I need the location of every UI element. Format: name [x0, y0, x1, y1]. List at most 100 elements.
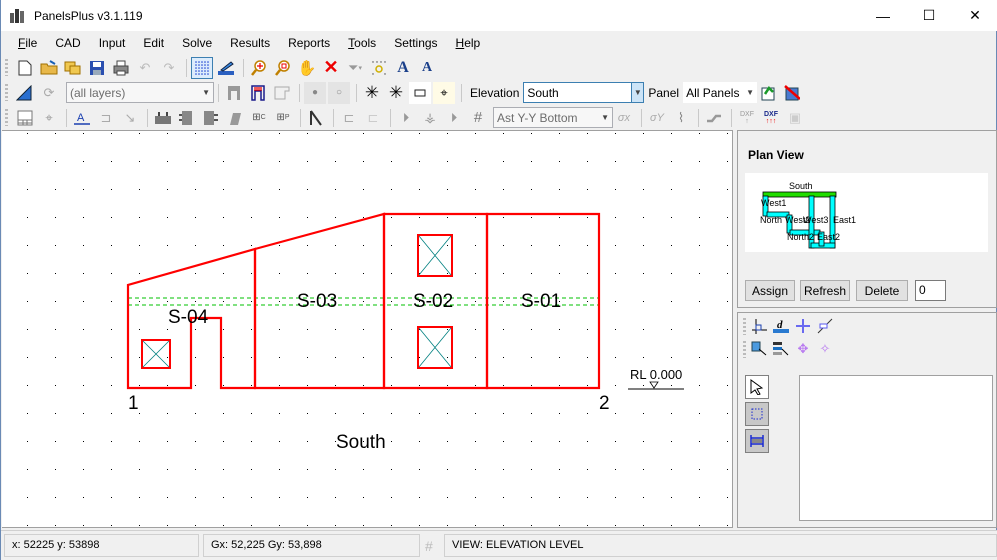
- ortho-snap-icon[interactable]: [748, 316, 770, 336]
- menu-reports[interactable]: Reports: [279, 31, 339, 55]
- zoom-window-icon[interactable]: [272, 57, 294, 79]
- zoom-extents-icon[interactable]: [248, 57, 270, 79]
- new-file-icon[interactable]: [14, 57, 36, 79]
- crosshair-icon[interactable]: ⌖: [433, 81, 455, 104]
- snap-point-icon[interactable]: [368, 57, 390, 79]
- menu-edit[interactable]: Edit: [134, 31, 173, 55]
- point-hollow-icon[interactable]: ○: [328, 81, 350, 104]
- star-snap-alt-icon[interactable]: ✳: [385, 82, 407, 104]
- delete-icon[interactable]: ✕: [320, 57, 342, 79]
- menu-help[interactable]: Help: [447, 31, 490, 55]
- assign-button[interactable]: Assign: [745, 280, 795, 301]
- save-disabled-icon[interactable]: ▣: [784, 107, 806, 129]
- lift-icon[interactable]: ⚶: [419, 107, 441, 129]
- menu-tools[interactable]: Tools: [339, 31, 385, 55]
- ramp-icon[interactable]: [703, 107, 725, 129]
- prop-icon[interactable]: [305, 107, 327, 129]
- play-alt-icon[interactable]: ⏵: [443, 107, 465, 129]
- panel-frame-red-icon[interactable]: [247, 82, 269, 104]
- sigma-y-icon[interactable]: σY: [646, 107, 668, 129]
- toolbar-grip[interactable]: [5, 84, 8, 101]
- dxf-import-icon[interactable]: DXF ↑: [736, 107, 758, 129]
- play-panel-icon[interactable]: ⏵: [395, 107, 417, 129]
- toolbar-grip[interactable]: [743, 340, 746, 358]
- brace-icon[interactable]: [224, 107, 246, 129]
- insert-p-icon[interactable]: ⊞ P: [272, 107, 294, 129]
- star-snap-icon[interactable]: ✳: [361, 82, 383, 104]
- pointer-mode-button[interactable]: [745, 375, 769, 399]
- span-select-mode-button[interactable]: [745, 429, 769, 453]
- sigma-x-icon[interactable]: σx: [613, 107, 635, 129]
- minimize-button[interactable]: —: [860, 0, 906, 31]
- point-filled-icon[interactable]: ●: [304, 81, 326, 104]
- menu-settings[interactable]: Settings: [385, 31, 446, 55]
- bracket-left-icon[interactable]: ⊏: [338, 107, 360, 129]
- count-input[interactable]: 0: [915, 280, 946, 301]
- bracket-right-icon[interactable]: ⊏: [362, 107, 384, 129]
- panel-select[interactable]: All Panels ▼: [683, 82, 758, 103]
- measure-distance-icon[interactable]: d: [770, 316, 792, 336]
- opening-s-02-bottom[interactable]: [417, 326, 453, 369]
- open-project-icon[interactable]: [62, 57, 84, 79]
- grid-cross-icon[interactable]: [792, 316, 814, 336]
- menu-results[interactable]: Results: [221, 31, 279, 55]
- column-icon[interactable]: ⌇: [670, 107, 692, 129]
- refresh-button[interactable]: Refresh: [800, 280, 850, 301]
- panel-export-icon[interactable]: [757, 82, 779, 104]
- toolbar-grip[interactable]: [5, 109, 8, 126]
- opening-s-02-top[interactable]: [417, 234, 453, 277]
- panel-side-alt-icon[interactable]: [200, 107, 222, 129]
- menu-cad[interactable]: CAD: [46, 31, 89, 55]
- toolbar-grip[interactable]: [5, 59, 8, 76]
- grid-toggle-icon[interactable]: [191, 56, 213, 79]
- dxf-export-icon[interactable]: DXF ↑↑↑: [760, 107, 782, 129]
- redo-icon[interactable]: ↷: [158, 57, 180, 79]
- dimension-angle-icon[interactable]: ↘: [119, 107, 141, 129]
- target-icon[interactable]: ⌖: [38, 107, 60, 129]
- rectangle-icon[interactable]: [409, 81, 431, 104]
- toolbar-grip[interactable]: [743, 317, 746, 335]
- select-layers-icon[interactable]: [770, 339, 792, 359]
- menu-file[interactable]: File: [9, 31, 46, 55]
- maximize-button[interactable]: ☐: [906, 0, 952, 31]
- selection-list[interactable]: [799, 375, 993, 521]
- connector-icon[interactable]: [152, 107, 174, 129]
- panel-side-icon[interactable]: [176, 107, 198, 129]
- shrink-arrows-icon[interactable]: ✧: [814, 339, 836, 359]
- pan-hand-icon[interactable]: ✋: [296, 57, 318, 79]
- delete-button[interactable]: Delete: [856, 280, 908, 301]
- insert-c-icon[interactable]: ⊞ C: [248, 107, 270, 129]
- mesh-icon[interactable]: #: [467, 107, 489, 129]
- filter-icon[interactable]: ⏷ ▾: [344, 57, 366, 79]
- elevation-canvas[interactable]: S-04 S-03 S-02 S-01 1 2 South RL 0.000: [2, 130, 733, 528]
- select-panel-icon[interactable]: [748, 339, 770, 359]
- pen-draw-icon[interactable]: [215, 57, 237, 79]
- layer-select[interactable]: (all layers) ▼: [66, 82, 214, 103]
- close-button[interactable]: ✕: [952, 0, 997, 31]
- panel-remove-icon[interactable]: [781, 82, 803, 104]
- open-folder-icon[interactable]: [38, 57, 60, 79]
- print-icon[interactable]: [110, 57, 132, 79]
- plan-view-canvas[interactable]: South West1 North West2 West3 East1 Nort…: [745, 173, 988, 252]
- box-select-mode-button[interactable]: [745, 402, 769, 426]
- table-panel-icon[interactable]: [14, 107, 36, 129]
- menu-solve[interactable]: Solve: [173, 31, 221, 55]
- grid-status-icon[interactable]: #: [425, 539, 433, 553]
- plan-wall-south[interactable]: [762, 191, 837, 198]
- save-icon[interactable]: [86, 57, 108, 79]
- text-dimension-icon[interactable]: A: [71, 107, 93, 129]
- move-arrows-icon[interactable]: ✥: [792, 339, 814, 359]
- panel-outline-icon[interactable]: [271, 82, 293, 104]
- layer-refresh-icon[interactable]: ⟳: [38, 82, 60, 104]
- text-size-down-icon[interactable]: A: [416, 57, 438, 79]
- menu-input[interactable]: Input: [90, 31, 135, 55]
- opening-s-04[interactable]: [141, 339, 171, 369]
- panel-frame-icon[interactable]: [223, 82, 245, 104]
- dimension-icon[interactable]: ⊐: [95, 107, 117, 129]
- undo-icon[interactable]: ↶: [134, 57, 156, 79]
- elevation-select[interactable]: South ▼: [523, 82, 645, 103]
- layer-manager-icon[interactable]: [14, 82, 36, 104]
- ast-select[interactable]: Ast Y-Y Bottom ▼: [493, 107, 613, 128]
- text-size-up-icon[interactable]: A: [392, 57, 414, 79]
- diagonal-measure-icon[interactable]: [814, 316, 836, 336]
